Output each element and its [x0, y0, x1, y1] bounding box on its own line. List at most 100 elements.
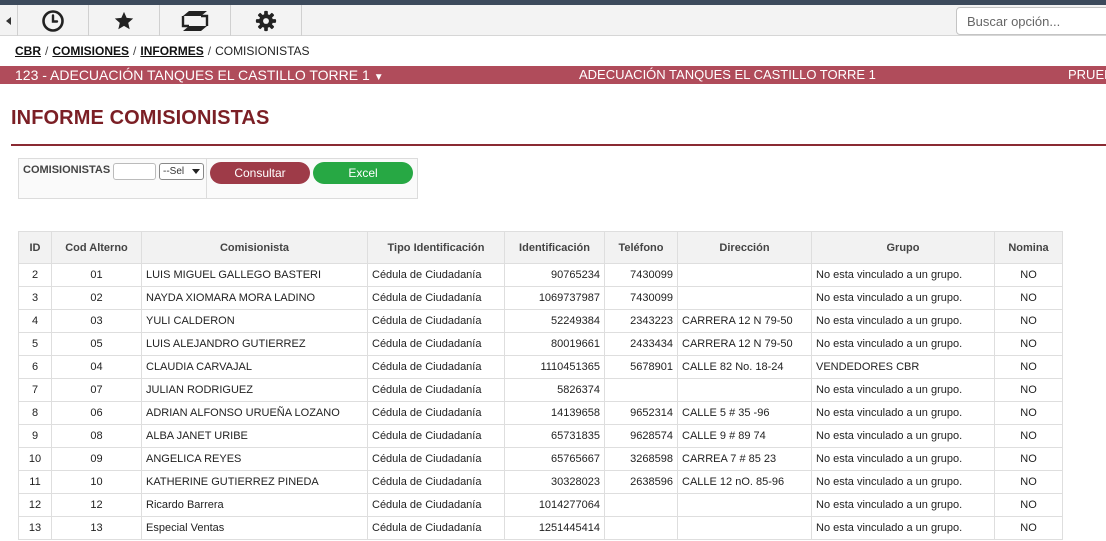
- cell-grupo: No esta vinculado a un grupo.: [811, 263, 995, 287]
- cell-tipo-identificacion: Cédula de Ciudadanía: [367, 401, 505, 425]
- comisionistas-table: ID Cod Alterno Comisionista Tipo Identif…: [18, 231, 1063, 540]
- cell-id: 10: [18, 447, 52, 471]
- col-header-telefono[interactable]: Teléfono: [604, 231, 678, 264]
- col-header-tipo-identificacion[interactable]: Tipo Identificación: [367, 231, 505, 264]
- cell-cod-alterno: 03: [51, 309, 142, 333]
- table-row[interactable]: 13 13 Especial Ventas Cédula de Ciudadanía 1…: [18, 516, 1063, 540]
- breadcrumb-link-comisiones[interactable]: COMISIONES: [52, 44, 129, 58]
- cell-tipo-identificacion: Cédula de Ciudadanía: [367, 516, 505, 540]
- cell-comisionista: YULI CALDERON: [141, 309, 368, 333]
- cell-direccion: [677, 263, 812, 287]
- table-row[interactable]: 6 04 CLAUDIA CARVAJAL Cédula de Ciudadanía 1…: [18, 355, 1063, 379]
- col-header-direccion[interactable]: Dirección: [677, 231, 812, 264]
- cell-telefono: 9652314: [604, 401, 678, 425]
- cell-tipo-identificacion: Cédula de Ciudadanía: [367, 424, 505, 448]
- cell-comisionista: ADRIAN ALFONSO URUEÑA LOZANO: [141, 401, 368, 425]
- cell-identificacion: 5826374: [504, 378, 605, 402]
- cell-tipo-identificacion: Cédula de Ciudadanía: [367, 286, 505, 310]
- col-header-identificacion[interactable]: Identificación: [504, 231, 605, 264]
- caret-down-icon: ▼: [373, 72, 384, 83]
- breadcrumb-separator: /: [207, 44, 212, 58]
- comisionista-select[interactable]: --Sel: [159, 163, 204, 180]
- cell-grupo: No esta vinculado a un grupo.: [811, 424, 995, 448]
- cell-direccion: [677, 516, 812, 540]
- table-row[interactable]: 9 08 ALBA JANET URIBE Cédula de Ciudadanía 6…: [18, 424, 1063, 448]
- cell-identificacion: 90765234: [504, 263, 605, 287]
- comisionista-code-input[interactable]: [113, 163, 156, 180]
- cell-telefono: [604, 378, 678, 402]
- cell-direccion: CARRERA 12 N 79-50: [677, 332, 812, 356]
- title-divider: [11, 144, 1106, 146]
- project-selector[interactable]: 123 - ADECUACIÓN TANQUES EL CASTILLO TOR…: [15, 66, 384, 84]
- cell-identificacion: 80019661: [504, 332, 605, 356]
- cell-identificacion: 14139658: [504, 401, 605, 425]
- cell-telefono: 2638596: [604, 470, 678, 494]
- col-header-comisionista[interactable]: Comisionista: [141, 231, 368, 264]
- cell-direccion: [677, 378, 812, 402]
- project-bar: 123 - ADECUACIÓN TANQUES EL CASTILLO TOR…: [0, 66, 1106, 84]
- table-row[interactable]: 3 02 NAYDA XIOMARA MORA LADINO Cédula de Ci…: [18, 286, 1063, 310]
- cell-tipo-identificacion: Cédula de Ciudadanía: [367, 447, 505, 471]
- table-row[interactable]: 5 05 LUIS ALEJANDRO GUTIERREZ Cédula de Ciu…: [18, 332, 1063, 356]
- cell-id: 4: [18, 309, 52, 333]
- col-header-id[interactable]: ID: [18, 231, 52, 264]
- breadcrumb-current: COMISIONISTAS: [215, 44, 310, 58]
- cell-telefono: 7430099: [604, 286, 678, 310]
- cell-cod-alterno: 12: [51, 493, 142, 517]
- cell-comisionista: CLAUDIA CARVAJAL: [141, 355, 368, 379]
- cell-cod-alterno: 08: [51, 424, 142, 448]
- favorites-button[interactable]: [89, 5, 160, 36]
- col-header-nomina[interactable]: Nomina: [994, 231, 1063, 264]
- filter-panel: COMISIONISTAS --Sel Consultar Excel: [18, 158, 418, 199]
- cell-cod-alterno: 13: [51, 516, 142, 540]
- breadcrumb-separator: /: [45, 44, 49, 58]
- excel-button[interactable]: Excel: [313, 162, 413, 184]
- cell-nomina: NO: [994, 424, 1063, 448]
- table-row[interactable]: 4 03 YULI CALDERON Cédula de Ciudadanía 5224…: [18, 309, 1063, 333]
- cell-telefono: 7430099: [604, 263, 678, 287]
- cell-tipo-identificacion: Cédula de Ciudadanía: [367, 470, 505, 494]
- cell-direccion: CALLE 12 nO. 85-96: [677, 470, 812, 494]
- search-input[interactable]: [956, 7, 1106, 35]
- breadcrumb-separator: /: [133, 44, 137, 58]
- cell-comisionista: JULIAN RODRIGUEZ: [141, 378, 368, 402]
- cell-cod-alterno: 02: [51, 286, 142, 310]
- cell-direccion: CALLE 82 No. 18-24: [677, 355, 812, 379]
- col-header-cod-alterno[interactable]: Cod Alterno: [51, 231, 142, 264]
- table-row[interactable]: 10 09 ANGELICA REYES Cédula de Ciudadanía 65…: [18, 447, 1063, 471]
- cell-comisionista: LUIS MIGUEL GALLEGO BASTERI: [141, 263, 368, 287]
- cell-telefono: 3268598: [604, 447, 678, 471]
- cell-nomina: NO: [994, 401, 1063, 425]
- cell-nomina: NO: [994, 516, 1063, 540]
- table-row[interactable]: 12 12 Ricardo Barrera Cédula de Ciudadanía 1…: [18, 493, 1063, 517]
- col-header-grupo[interactable]: Grupo: [811, 231, 995, 264]
- consultar-button[interactable]: Consultar: [210, 162, 310, 184]
- cell-comisionista: Ricardo Barrera: [141, 493, 368, 517]
- cell-id: 2: [18, 263, 52, 287]
- cell-cod-alterno: 10: [51, 470, 142, 494]
- cell-grupo: No esta vinculado a un grupo.: [811, 286, 995, 310]
- breadcrumb-link-informes[interactable]: INFORMES: [140, 44, 203, 58]
- collapse-arrow-icon[interactable]: [0, 5, 18, 36]
- table-row[interactable]: 7 07 JULIAN RODRIGUEZ Cédula de Ciudadanía 5…: [18, 378, 1063, 402]
- project-right-text: PRUEB: [1068, 67, 1106, 82]
- cell-identificacion: 1069737987: [504, 286, 605, 310]
- breadcrumb-link-cbr[interactable]: CBR: [15, 44, 41, 58]
- cell-grupo: No esta vinculado a un grupo.: [811, 309, 995, 333]
- cell-telefono: [604, 493, 678, 517]
- history-button[interactable]: [18, 5, 89, 36]
- cell-comisionista: NAYDA XIOMARA MORA LADINO: [141, 286, 368, 310]
- cell-comisionista: ANGELICA REYES: [141, 447, 368, 471]
- cell-grupo: No esta vinculado a un grupo.: [811, 493, 995, 517]
- cell-grupo: VENDEDORES CBR: [811, 355, 995, 379]
- table-row[interactable]: 8 06 ADRIAN ALFONSO URUEÑA LOZANO Cédula de…: [18, 401, 1063, 425]
- cell-tipo-identificacion: Cédula de Ciudadanía: [367, 378, 505, 402]
- table-row[interactable]: 11 10 KATHERINE GUTIERREZ PINEDA Cédula de …: [18, 470, 1063, 494]
- cell-id: 12: [18, 493, 52, 517]
- cell-telefono: 5678901: [604, 355, 678, 379]
- settings-button[interactable]: [231, 5, 302, 36]
- cell-grupo: No esta vinculado a un grupo.: [811, 401, 995, 425]
- table-row[interactable]: 2 01 LUIS MIGUEL GALLEGO BASTERI Cédula de …: [18, 263, 1063, 287]
- switch-button[interactable]: [160, 5, 231, 36]
- cell-nomina: NO: [994, 447, 1063, 471]
